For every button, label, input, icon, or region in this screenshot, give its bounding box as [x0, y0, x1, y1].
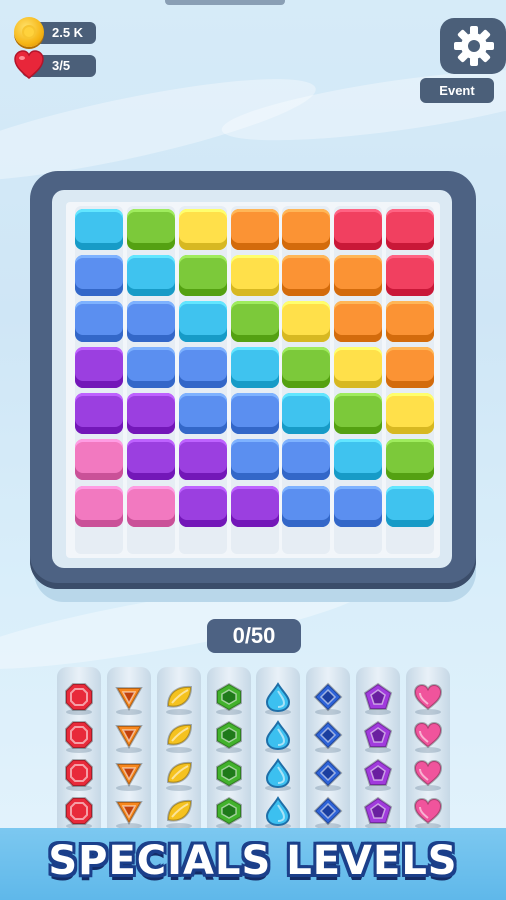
block-yellow[interactable] [231, 255, 279, 296]
block-purple[interactable] [179, 439, 227, 480]
yellow-leaf-gem-icon [166, 685, 193, 708]
progress-counter: 0/50 [207, 619, 301, 653]
block-pink[interactable] [127, 486, 175, 527]
block-blue[interactable] [179, 393, 227, 434]
purple-pentagon-gem-icon [363, 796, 393, 824]
orange-triangle-gem-icon [115, 687, 143, 712]
block-blue[interactable] [282, 439, 330, 480]
block-purple[interactable] [127, 393, 175, 434]
cyan-drop-gem-icon [265, 682, 291, 712]
pink-heart-gem-icon [413, 683, 443, 711]
block-pink[interactable] [75, 486, 123, 527]
blue-diamond-gem-icon [313, 796, 343, 826]
green-hexagon-gem-icon [216, 758, 242, 788]
heart-icon [14, 50, 44, 79]
purple-pentagon-gem-icon [363, 682, 393, 710]
block-pink[interactable] [75, 439, 123, 480]
green-hexagon-gem-icon [216, 682, 242, 712]
block-orange[interactable] [334, 255, 382, 296]
purple-pentagon-gem-icon [363, 758, 393, 786]
block-blue[interactable] [127, 301, 175, 342]
block-cyan[interactable] [334, 439, 382, 480]
block-green[interactable] [282, 347, 330, 388]
block-red[interactable] [386, 209, 434, 250]
red-octagon-gem-icon [65, 683, 93, 711]
cyan-drop-gem-icon [265, 720, 291, 750]
block-cyan[interactable] [75, 209, 123, 250]
orange-triangle-gem-icon [115, 801, 143, 826]
block-orange[interactable] [231, 209, 279, 250]
cyan-drop-gem-icon [265, 758, 291, 788]
coin-counter[interactable]: 2.5 K [14, 17, 96, 47]
block-purple[interactable] [179, 486, 227, 527]
block-cyan[interactable] [282, 393, 330, 434]
yellow-leaf-gem-icon [166, 723, 193, 746]
block-orange[interactable] [334, 301, 382, 342]
block-orange[interactable] [282, 209, 330, 250]
block-green[interactable] [386, 439, 434, 480]
green-hexagon-gem-icon [216, 796, 242, 826]
block-blue[interactable] [75, 255, 123, 296]
block-cyan[interactable] [179, 301, 227, 342]
block-purple[interactable] [231, 486, 279, 527]
blue-diamond-gem-icon [313, 682, 343, 712]
block-cyan[interactable] [231, 347, 279, 388]
block-purple[interactable] [127, 439, 175, 480]
blue-diamond-gem-icon [313, 720, 343, 750]
block-yellow[interactable] [386, 393, 434, 434]
block-green[interactable] [334, 393, 382, 434]
block-orange[interactable] [386, 301, 434, 342]
yellow-leaf-gem-icon [166, 761, 193, 784]
settings-button[interactable] [440, 18, 506, 74]
blue-diamond-gem-icon [313, 758, 343, 788]
block-blue[interactable] [75, 301, 123, 342]
pink-heart-gem-icon [413, 797, 443, 825]
block-red[interactable] [334, 209, 382, 250]
coin-icon [14, 17, 44, 47]
pink-heart-gem-icon [413, 759, 443, 787]
block-purple[interactable] [75, 347, 123, 388]
top-notch [165, 0, 285, 5]
block-blue[interactable] [231, 393, 279, 434]
block-blue[interactable] [179, 347, 227, 388]
block-green[interactable] [127, 209, 175, 250]
block-orange[interactable] [282, 255, 330, 296]
red-octagon-gem-icon [65, 721, 93, 749]
gear-icon [454, 26, 494, 66]
banner-title: SPECIALS LEVELS [48, 838, 458, 884]
block-cyan[interactable] [127, 255, 175, 296]
block-green[interactable] [231, 301, 279, 342]
orange-triangle-gem-icon [115, 763, 143, 788]
block-red[interactable] [386, 255, 434, 296]
block-blue[interactable] [282, 486, 330, 527]
yellow-leaf-gem-icon [166, 799, 193, 822]
block-cyan[interactable] [386, 486, 434, 527]
block-yellow[interactable] [282, 301, 330, 342]
coin-value: 2.5 K [52, 25, 84, 40]
red-octagon-gem-icon [65, 759, 93, 787]
lives-counter[interactable]: 3/5 [14, 50, 96, 79]
purple-pentagon-gem-icon [363, 720, 393, 748]
block-blue[interactable] [231, 439, 279, 480]
block-blue[interactable] [127, 347, 175, 388]
block-yellow[interactable] [179, 209, 227, 250]
block-orange[interactable] [386, 347, 434, 388]
event-button[interactable]: Event [420, 78, 494, 103]
lives-value: 3/5 [52, 58, 71, 73]
green-hexagon-gem-icon [216, 720, 242, 750]
block-purple[interactable] [75, 393, 123, 434]
cyan-drop-gem-icon [265, 796, 291, 826]
pink-heart-gem-icon [413, 721, 443, 749]
block-yellow[interactable] [334, 347, 382, 388]
red-octagon-gem-icon [65, 797, 93, 825]
block-green[interactable] [179, 255, 227, 296]
block-blue[interactable] [334, 486, 382, 527]
orange-triangle-gem-icon [115, 725, 143, 750]
